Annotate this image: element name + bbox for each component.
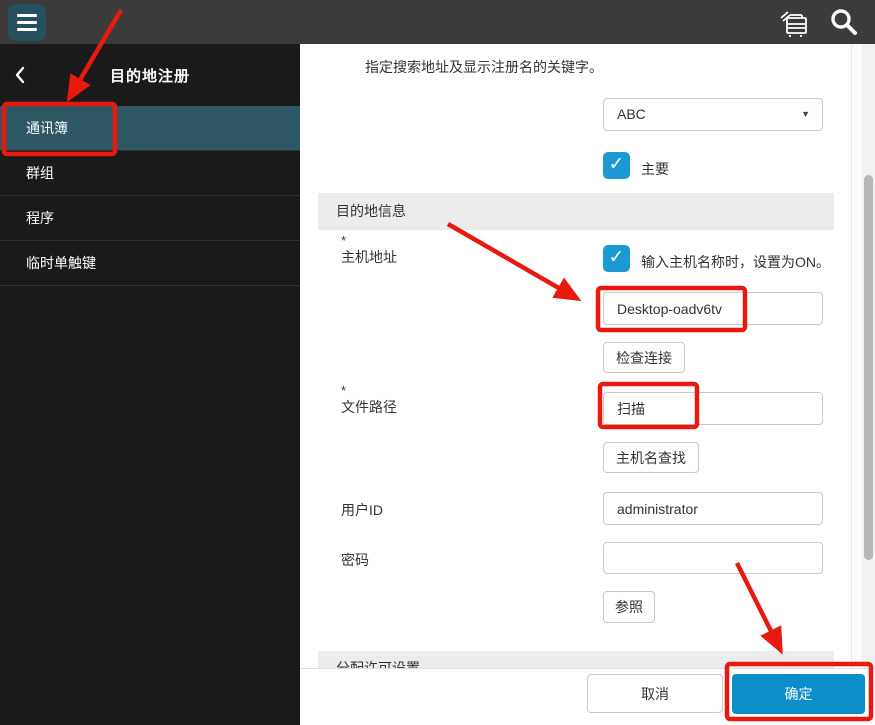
browse-button[interactable]: 参照: [603, 591, 655, 623]
form-content: 指定搜索地址及显示注册名的关键字。 ABC ▼ ✓ 主要 目的地信息 * 主机地…: [300, 44, 862, 668]
hostname-on-checkbox[interactable]: ✓: [603, 245, 630, 272]
password-input[interactable]: [603, 542, 823, 574]
search-keyword-hint: 指定搜索地址及显示注册名的关键字。: [365, 57, 603, 77]
required-asterisk: *: [341, 233, 346, 248]
hamburger-icon: [17, 14, 37, 17]
sidebar-item-program[interactable]: 程序: [0, 196, 300, 241]
main-checkbox-label: 主要: [641, 159, 669, 179]
next-section-header-partial: 分配许可设置: [318, 651, 834, 668]
chevron-down-icon: ▼: [801, 99, 810, 130]
destination-info-section-header: 目的地信息: [318, 193, 834, 230]
search-icon[interactable]: [829, 6, 859, 38]
required-asterisk: *: [341, 383, 346, 398]
file-path-label: * 文件路径: [341, 382, 397, 416]
file-path-input[interactable]: [603, 392, 823, 425]
sidebar-item-group[interactable]: 群组: [0, 151, 300, 196]
hostname-lookup-button[interactable]: 主机名查找: [603, 442, 699, 473]
sidebar: 目的地注册 通讯簿 群组 程序 临时单触键: [0, 44, 300, 725]
sidebar-header: 目的地注册: [0, 44, 300, 106]
cancel-button[interactable]: 取消: [587, 674, 723, 713]
user-id-input[interactable]: [603, 492, 823, 525]
title-dropdown[interactable]: ABC ▼: [603, 98, 823, 131]
back-chevron-icon[interactable]: [14, 66, 26, 84]
printer-icon[interactable]: [777, 6, 811, 40]
page-title: 目的地注册: [0, 65, 300, 86]
app-window: 目的地注册 通讯簿 群组 程序 临时单触键 指定搜索地址及显示注册名的关键字。 …: [0, 0, 875, 725]
scrollbar-thumb[interactable]: [864, 175, 873, 560]
password-label: 密码: [341, 552, 369, 569]
main-checkbox[interactable]: ✓: [603, 152, 630, 179]
footer-bar: 取消 确定: [300, 668, 875, 725]
scrollbar-track[interactable]: [862, 44, 875, 668]
ok-button[interactable]: 确定: [732, 674, 865, 714]
title-dropdown-value: ABC: [617, 106, 646, 122]
host-address-input[interactable]: [603, 292, 823, 325]
check-connection-button[interactable]: 检查连接: [603, 342, 685, 373]
checkmark-icon: ✓: [609, 247, 625, 268]
checkmark-icon: ✓: [609, 154, 625, 175]
scroll-gutter: [852, 44, 862, 668]
sidebar-item-temp-one-touch[interactable]: 临时单触键: [0, 241, 300, 286]
topbar: [0, 0, 875, 44]
host-address-label: * 主机地址: [341, 232, 397, 266]
sidebar-item-address-book[interactable]: 通讯簿: [0, 106, 300, 151]
sidebar-menu: 通讯簿 群组 程序 临时单触键: [0, 106, 300, 286]
user-id-label: 用户ID: [341, 502, 383, 519]
hostname-on-checkbox-label: 输入主机名称时，设置为ON。: [641, 252, 830, 272]
menu-hamburger-button[interactable]: [8, 4, 46, 41]
